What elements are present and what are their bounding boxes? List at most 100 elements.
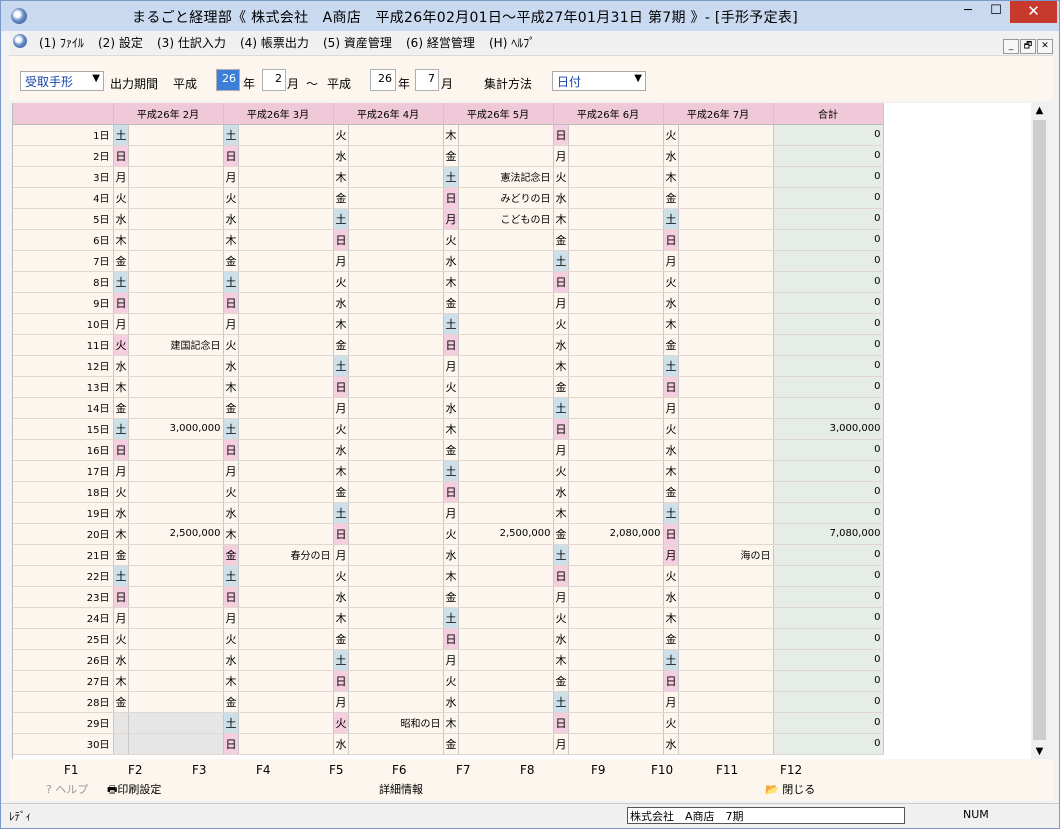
scroll-thumb[interactable]: [1033, 120, 1046, 740]
amount-cell[interactable]: [568, 502, 664, 524]
scroll-down-icon[interactable]: ▼: [1031, 746, 1048, 757]
amount-cell[interactable]: [568, 355, 664, 377]
amount-cell[interactable]: [128, 628, 224, 650]
amount-cell[interactable]: [128, 607, 224, 629]
amount-cell[interactable]: 2,500,000: [458, 523, 554, 545]
fkey-f8[interactable]: F8: [520, 763, 535, 777]
amount-cell[interactable]: [128, 481, 224, 503]
maximize-button[interactable]: ☐: [982, 1, 1010, 23]
amount-cell[interactable]: [128, 670, 224, 692]
amount-cell[interactable]: [238, 712, 334, 734]
amount-cell[interactable]: [348, 250, 444, 272]
amount-cell[interactable]: [348, 229, 444, 251]
amount-cell[interactable]: [128, 229, 224, 251]
amount-cell[interactable]: [678, 481, 774, 503]
amount-cell[interactable]: [238, 376, 334, 398]
amount-cell[interactable]: [128, 313, 224, 335]
amount-cell[interactable]: [458, 502, 554, 524]
amount-cell[interactable]: [568, 733, 664, 755]
amount-cell[interactable]: [568, 418, 664, 440]
amount-cell[interactable]: [348, 187, 444, 209]
amount-cell[interactable]: [348, 166, 444, 188]
amount-cell[interactable]: [568, 145, 664, 167]
menu-file[interactable]: (1) ﾌｧｲﾙ: [39, 34, 84, 51]
amount-cell[interactable]: [348, 670, 444, 692]
amount-cell[interactable]: [568, 250, 664, 272]
amount-cell[interactable]: [348, 271, 444, 293]
amount-cell[interactable]: [238, 418, 334, 440]
amount-cell[interactable]: [568, 292, 664, 314]
amount-cell[interactable]: 2,080,000: [568, 523, 664, 545]
child-window-icon[interactable]: [13, 34, 27, 48]
amount-cell[interactable]: [678, 397, 774, 419]
amount-cell[interactable]: [568, 229, 664, 251]
amount-cell[interactable]: [678, 208, 774, 230]
amount-cell[interactable]: [678, 229, 774, 251]
amount-cell[interactable]: [458, 649, 554, 671]
amount-cell[interactable]: [678, 355, 774, 377]
amount-cell[interactable]: [128, 124, 224, 146]
amount-cell[interactable]: [568, 124, 664, 146]
from-month-input[interactable]: 2: [262, 69, 286, 91]
amount-cell[interactable]: [348, 292, 444, 314]
amount-cell[interactable]: [238, 733, 334, 755]
amount-cell[interactable]: [238, 691, 334, 713]
amount-cell[interactable]: [458, 292, 554, 314]
amount-cell[interactable]: [678, 145, 774, 167]
amount-cell[interactable]: [238, 334, 334, 356]
amount-cell[interactable]: [348, 481, 444, 503]
mdi-close-button[interactable]: ✕: [1037, 39, 1053, 54]
amount-cell[interactable]: [238, 229, 334, 251]
amount-cell[interactable]: [568, 187, 664, 209]
amount-cell[interactable]: [238, 145, 334, 167]
amount-cell[interactable]: [238, 502, 334, 524]
amount-cell[interactable]: [458, 565, 554, 587]
amount-cell[interactable]: [348, 145, 444, 167]
amount-cell[interactable]: [678, 313, 774, 335]
amount-cell[interactable]: [128, 187, 224, 209]
amount-cell[interactable]: [678, 502, 774, 524]
amount-cell[interactable]: [238, 649, 334, 671]
amount-cell[interactable]: [458, 670, 554, 692]
amount-cell[interactable]: [238, 208, 334, 230]
amount-cell[interactable]: [458, 145, 554, 167]
amount-cell[interactable]: [458, 376, 554, 398]
amount-cell[interactable]: [128, 460, 224, 482]
amount-cell[interactable]: [678, 691, 774, 713]
amount-cell[interactable]: [128, 502, 224, 524]
amount-cell[interactable]: [458, 586, 554, 608]
amount-cell[interactable]: [238, 439, 334, 461]
mdi-restore-button[interactable]: 🗗: [1020, 39, 1036, 54]
amount-cell[interactable]: [568, 271, 664, 293]
amount-cell[interactable]: 建国記念日: [128, 334, 224, 356]
amount-cell[interactable]: [238, 565, 334, 587]
amount-cell[interactable]: [678, 376, 774, 398]
amount-cell[interactable]: [678, 124, 774, 146]
fkey-f1[interactable]: F1: [64, 763, 79, 777]
amount-cell[interactable]: [568, 481, 664, 503]
amount-cell[interactable]: [678, 334, 774, 356]
amount-cell[interactable]: [458, 628, 554, 650]
amount-cell[interactable]: [678, 271, 774, 293]
amount-cell[interactable]: [238, 397, 334, 419]
amount-cell[interactable]: [348, 208, 444, 230]
amount-cell[interactable]: [348, 607, 444, 629]
amount-cell[interactable]: [348, 439, 444, 461]
amount-cell[interactable]: [238, 670, 334, 692]
bill-type-select[interactable]: 受取手形 ▼: [20, 71, 104, 91]
amount-cell[interactable]: 2,500,000: [128, 523, 224, 545]
amount-cell[interactable]: 昭和の日: [348, 712, 444, 734]
amount-cell[interactable]: [678, 586, 774, 608]
amount-cell[interactable]: [568, 313, 664, 335]
amount-cell[interactable]: [128, 208, 224, 230]
amount-cell[interactable]: [128, 166, 224, 188]
amount-cell[interactable]: [458, 712, 554, 734]
amount-cell[interactable]: [678, 292, 774, 314]
amount-cell[interactable]: [238, 607, 334, 629]
amount-cell[interactable]: [458, 229, 554, 251]
amount-cell[interactable]: [458, 691, 554, 713]
amount-cell[interactable]: [458, 460, 554, 482]
amount-cell[interactable]: 憲法記念日: [458, 166, 554, 188]
amount-cell[interactable]: [568, 628, 664, 650]
amount-cell[interactable]: [348, 733, 444, 755]
